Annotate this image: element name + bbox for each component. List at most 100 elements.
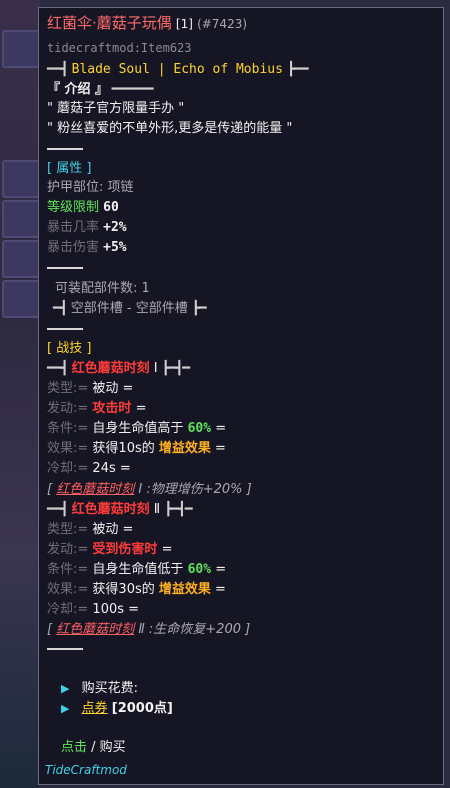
inventory-slot[interactable] xyxy=(2,200,40,238)
effect-value: 增益效果 xyxy=(158,441,211,456)
effect-label: 效果:= xyxy=(47,441,89,456)
crit-rate-label: 暴击几率 xyxy=(47,220,100,235)
parts-slot-text: 空部件槽 - 空部件槽 xyxy=(70,301,188,316)
trigger-label: 发动:= xyxy=(47,401,89,416)
effect-label: 效果:= xyxy=(47,582,89,597)
trigger-tail: = xyxy=(161,542,173,557)
currency-label: 点券 xyxy=(81,701,108,716)
trigger-tail: = xyxy=(135,401,147,416)
skill-2-type-row: 类型:= 被动 = xyxy=(47,521,133,539)
condition-prefix: 自身生命值高于 xyxy=(92,421,184,436)
divider xyxy=(47,648,83,650)
level-row: 等级限制 60 xyxy=(47,199,119,217)
crit-dmg-label: 暴击伤害 xyxy=(47,240,100,255)
item-internal-name: tidecraftmod:Item623 xyxy=(47,41,192,55)
crit-rate-row: 暴击几率 +2% xyxy=(47,219,127,237)
item-tooltip: 红菌伞·蘑菇子玩偶 [1] (#7423) tidecraftmod:Item6… xyxy=(38,7,444,785)
skill-1-cooldown-row: 冷却:= 24s = xyxy=(47,460,131,478)
divider xyxy=(47,267,83,269)
intro-line-1: " 蘑菇子官方限量手办 " xyxy=(47,101,185,116)
skill-2-trigger-row: 发动:= 受到伤害时 = xyxy=(47,541,172,559)
cooldown-label: 冷却:= xyxy=(47,602,89,617)
skill-1-trigger-row: 发动:= 攻击时 = xyxy=(47,400,146,418)
level-value: 60 xyxy=(103,200,119,215)
skill-2-condition-row: 条件:= 自身生命值低于 60% = xyxy=(47,561,226,579)
skills-header: [ 战技 ] xyxy=(47,341,92,356)
item-name: 红菌伞·蘑菇子玩偶 xyxy=(47,14,172,32)
parts-count-label: 可装配部件数: xyxy=(55,281,138,296)
inventory-slot[interactable] xyxy=(2,160,40,198)
summary-text: Ⅱ :生命恢复+200 ] xyxy=(138,622,251,637)
skill-1-effect-row: 效果:= 获得10s的 增益效果 = xyxy=(47,440,226,458)
purchase-cost-row: ▶ 购买花费: xyxy=(61,680,138,698)
purchase-action-row[interactable]: 点击 / 购买 xyxy=(61,739,126,757)
purchase-cost-label: 购买花费: xyxy=(81,681,138,696)
level-label: 等级限制 xyxy=(47,200,100,215)
summary-open-bracket: [ xyxy=(47,482,57,497)
condition-label: 条件:= xyxy=(47,562,89,577)
type-label: 类型:= xyxy=(47,522,89,537)
attributes-header: [ 属性 ] xyxy=(47,161,92,176)
crit-dmg-row: 暴击伤害 +5% xyxy=(47,239,127,257)
item-id: (#7423) xyxy=(197,17,248,31)
purchase-price-row: ▶ 点券 [2000点] xyxy=(61,700,173,718)
buy-action[interactable]: / 购买 xyxy=(91,740,126,755)
skill-2-cooldown-row: 冷却:= 100s = xyxy=(47,601,139,619)
cooldown-value: 24s = xyxy=(92,461,131,476)
arrow-right-icon: ▶ xyxy=(61,702,70,715)
slot-label: 护甲部位: xyxy=(47,180,104,195)
crit-rate-value: +2% xyxy=(103,220,127,235)
intro-line-2: " 粉丝喜爱的不单外形,更多是传递的能量 " xyxy=(47,121,293,136)
inventory-slot[interactable] xyxy=(2,280,40,318)
banner-left-deco: ━━┫ xyxy=(47,62,69,77)
cooldown-value: 100s = xyxy=(92,602,140,617)
intro-header-deco: ━━━━━━ xyxy=(108,82,154,97)
skill-1-type-row: 类型:= 被动 = xyxy=(47,380,133,398)
condition-tail: = xyxy=(215,562,227,577)
intro-header-text: 『 介绍 』 xyxy=(47,82,109,97)
condition-value: 60% xyxy=(187,562,212,577)
skill-left-deco: ━━┫ xyxy=(47,361,69,376)
inventory-slot[interactable] xyxy=(2,240,40,278)
skill-2-numeral: Ⅱ xyxy=(153,502,161,517)
summary-text: Ⅰ :物理增伤+20% ] xyxy=(138,482,252,497)
type-value: 被动 = xyxy=(92,381,134,396)
effect-tail: = xyxy=(215,441,226,456)
skill-right-deco: ┣━┫━ xyxy=(161,361,190,376)
effect-value: 增益效果 xyxy=(158,582,211,597)
summary-open-bracket: [ xyxy=(47,622,57,637)
mod-name-footer: TideCraftmod xyxy=(45,763,127,777)
type-value: 被动 = xyxy=(92,522,134,537)
divider xyxy=(47,328,83,330)
banner-right-deco: ┣━━ xyxy=(287,62,309,77)
skill-1-condition-row: 条件:= 自身生命值高于 60% = xyxy=(47,420,226,438)
click-action[interactable]: 点击 xyxy=(61,740,87,755)
arrow-right-icon: ▶ xyxy=(61,682,70,695)
skill-1-summary: [ 红色蘑菇时刻 Ⅰ :物理增伤+20% ] xyxy=(47,481,252,499)
skill-1-title-row: ━━┫ 红色蘑菇时刻 Ⅰ ┣━┫━ xyxy=(47,360,190,378)
mod-banner-row: ━━┫ Blade Soul | Echo of Mobius ┣━━ xyxy=(47,61,309,79)
skill-2-title-row: ━━┫ 红色蘑菇时刻 Ⅱ ┣━┫━ xyxy=(47,501,193,519)
type-label: 类型:= xyxy=(47,381,89,396)
parts-count-value: 1 xyxy=(141,281,150,296)
effect-tail: = xyxy=(215,582,226,597)
condition-tail: = xyxy=(215,421,227,436)
inventory-slot[interactable] xyxy=(2,30,40,68)
slot-value: 项链 xyxy=(107,180,134,195)
effect-prefix: 获得10s的 xyxy=(92,441,155,456)
condition-label: 条件:= xyxy=(47,421,89,436)
game-inventory-background xyxy=(0,0,40,788)
skill-right-deco: ┣━┫━ xyxy=(164,502,192,517)
skill-left-deco: ━━┫ xyxy=(47,502,69,517)
mod-banner: Blade Soul | Echo of Mobius xyxy=(71,62,283,77)
skill-2-effect-row: 效果:= 获得30s的 增益效果 = xyxy=(47,581,226,599)
intro-header: 『 介绍 』 ━━━━━━ xyxy=(47,81,154,99)
effect-prefix: 获得30s的 xyxy=(92,582,155,597)
trigger-label: 发动:= xyxy=(47,542,89,557)
parts-count-row: 可装配部件数: 1 xyxy=(55,280,149,298)
skill-2-summary: [ 红色蘑菇时刻 Ⅱ :生命恢复+200 ] xyxy=(47,621,250,639)
skill-1-name: 红色蘑菇时刻 xyxy=(71,361,150,376)
trigger-value: 攻击时 xyxy=(92,401,132,416)
skill-2-name: 红色蘑菇时刻 xyxy=(71,502,150,517)
item-title-row: 红菌伞·蘑菇子玩偶 [1] (#7423) xyxy=(47,14,247,34)
